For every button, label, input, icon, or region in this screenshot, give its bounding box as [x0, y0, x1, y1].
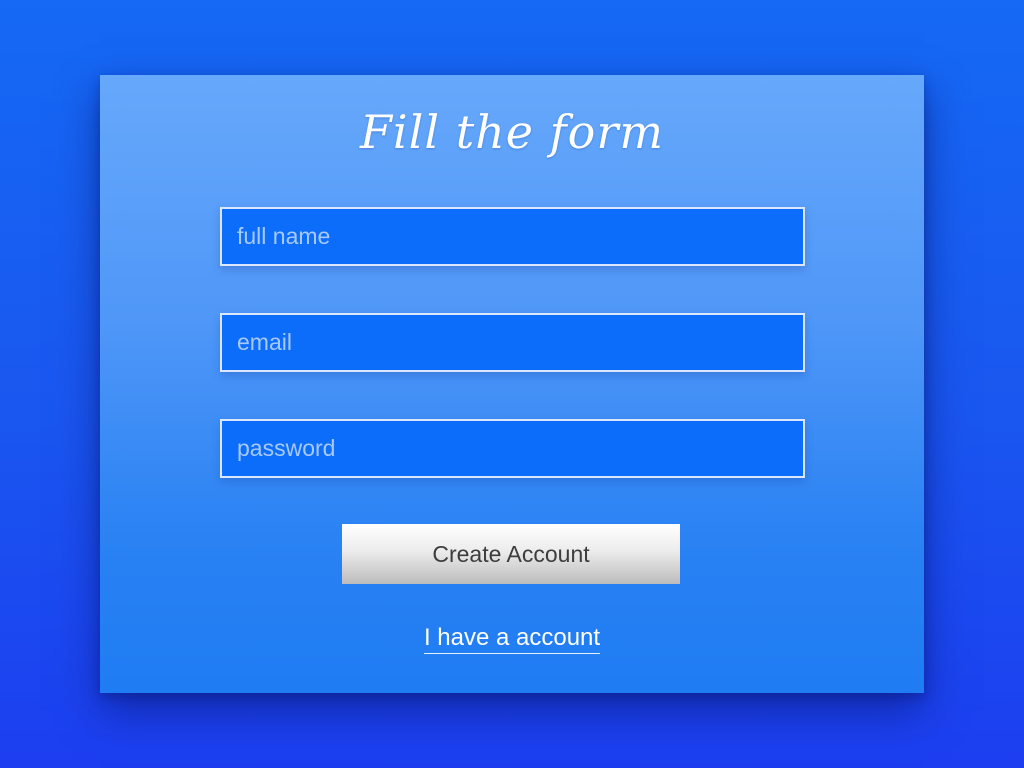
- signup-card: [100, 75, 924, 693]
- have-account-link[interactable]: I have a account: [423, 624, 601, 654]
- create-account-button[interactable]: Create Account: [342, 524, 680, 584]
- email-field[interactable]: [220, 313, 805, 372]
- login-link-container: I have a account: [0, 624, 1024, 654]
- form-title: Fill the form: [360, 105, 664, 159]
- password-input[interactable]: [222, 421, 803, 476]
- email-input[interactable]: [222, 315, 803, 370]
- password-field[interactable]: [220, 419, 805, 478]
- full-name-field[interactable]: [220, 207, 805, 266]
- full-name-input[interactable]: [222, 209, 803, 264]
